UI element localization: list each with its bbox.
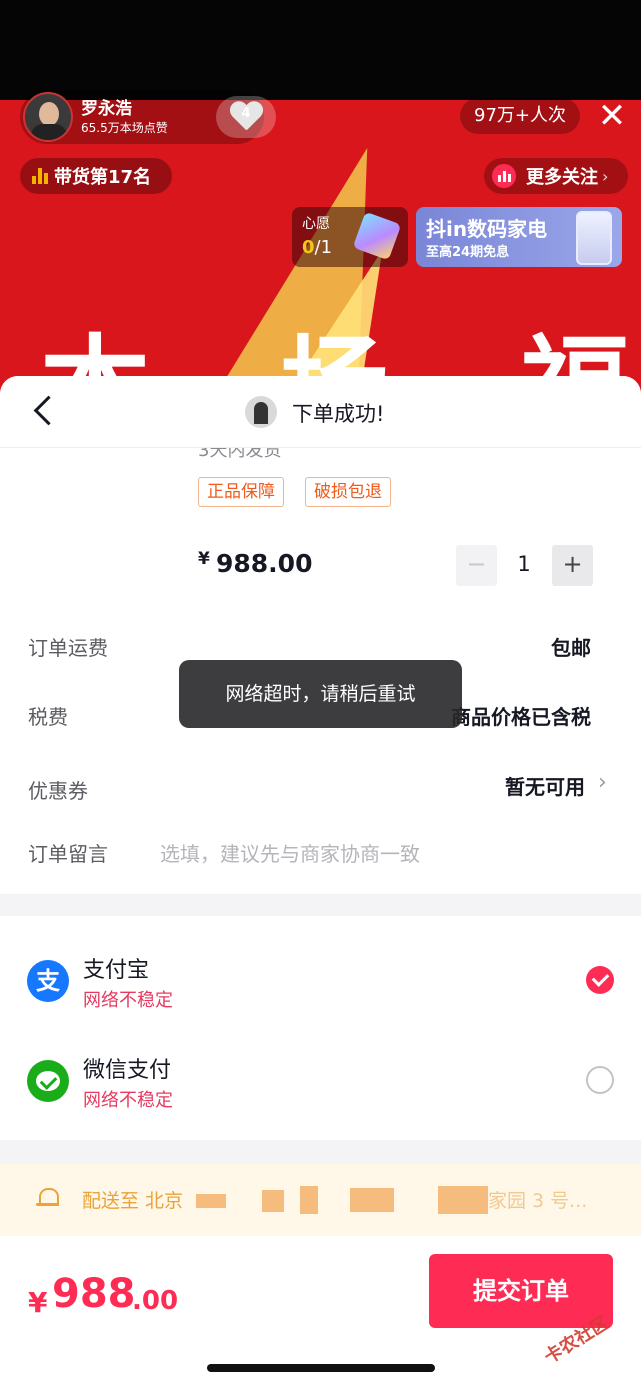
chevron-right-icon: › <box>602 166 609 186</box>
wish-count: 0/1 <box>302 237 332 258</box>
payment-alipay-status: 网络不稳定 <box>83 990 173 1011</box>
promo-card[interactable]: 抖in数码家电 至高24期免息 <box>416 207 622 267</box>
total-decimal: .00 <box>132 1286 179 1316</box>
close-icon[interactable]: ✕ <box>596 98 628 134</box>
price-currency: ¥ <box>198 549 210 569</box>
checkout-bar: ¥ 988 .00 提交订单 卡农社区 <box>0 1236 641 1387</box>
section-divider <box>0 894 641 916</box>
order-note-label: 订单留言 <box>28 842 108 866</box>
order-sheet: 3天内发货 下单成功! 正品保障 破损包退 ¥ 988.00 − 1 + 订单运… <box>0 376 641 1387</box>
network-timeout-toast: 网络超时，请稍后重试 <box>179 660 462 728</box>
gem-icon <box>352 211 402 261</box>
home-indicator[interactable] <box>207 1364 435 1372</box>
shipping-fee-label: 订单运费 <box>28 636 108 660</box>
host-info: 罗永浩 65.5万本场点赞 <box>81 98 168 136</box>
coupon-label: 优惠券 <box>28 779 88 803</box>
alipay-icon: 支 <box>27 960 69 1002</box>
payment-wechat-name[interactable]: 微信支付 <box>83 1052 171 1084</box>
coupon-value[interactable]: 暂无可用 <box>505 771 585 800</box>
status-area <box>0 0 641 100</box>
delivery-address-bar[interactable]: 配送至 北京 家园 3 号... <box>0 1164 641 1236</box>
viewer-count[interactable]: 97万+人次 <box>460 98 580 134</box>
host-likes: 65.5万本场点赞 <box>81 121 168 135</box>
payment-wechat-status: 网络不稳定 <box>83 1090 173 1111</box>
wish-card[interactable]: 心愿 0/1 <box>292 207 408 267</box>
total-currency: ¥ <box>28 1286 48 1319</box>
total-amount: 988 <box>52 1271 136 1317</box>
chevron-right-icon[interactable]: › <box>598 770 607 795</box>
alipay-radio-selected[interactable] <box>586 966 614 994</box>
fans-level: 4 <box>241 106 251 121</box>
quantity-value[interactable]: 1 <box>506 552 542 576</box>
tax-label: 税费 <box>28 705 68 729</box>
sales-rank-pill[interactable]: 带货第17名 <box>20 158 172 194</box>
payment-alipay-name[interactable]: 支付宝 <box>83 952 149 984</box>
tax-value: 商品价格已含税 <box>451 705 591 729</box>
sheet-title: 下单成功! <box>292 402 385 426</box>
unit-price: 988.00 <box>216 549 313 578</box>
wish-total: /1 <box>314 237 333 258</box>
follow-bars-icon <box>492 164 516 188</box>
heart-icon: 4 <box>229 102 263 132</box>
promo-title: 抖in数码家电 <box>426 217 548 241</box>
shop-avatar <box>245 396 277 428</box>
wish-done: 0 <box>302 237 315 258</box>
delivery-address: 配送至 北京 <box>82 1190 184 1212</box>
redacted-address <box>350 1188 394 1212</box>
quantity-decrease-button[interactable]: − <box>456 545 497 586</box>
wechat-radio[interactable] <box>586 1066 614 1094</box>
redacted-address <box>438 1186 488 1214</box>
wechat-pay-icon <box>27 1060 69 1102</box>
quantity-increase-button[interactable]: + <box>552 545 593 586</box>
bar-chart-icon <box>32 168 48 184</box>
shipping-fee-value: 包邮 <box>551 636 591 660</box>
redacted-address <box>300 1186 318 1214</box>
redacted-address <box>196 1194 226 1208</box>
host-info-pill[interactable]: 罗永浩 65.5万本场点赞 4 <box>20 90 276 144</box>
tag-damage-return: 破损包退 <box>305 477 391 507</box>
promo-subtitle: 至高24期免息 <box>426 245 510 260</box>
sales-rank-label: 带货第17名 <box>54 167 152 188</box>
wish-title: 心愿 <box>302 216 330 232</box>
bell-icon <box>36 1186 59 1210</box>
more-follow-label: 更多关注 <box>526 167 598 188</box>
sheet-header: 下单成功! <box>0 376 641 448</box>
redacted-address <box>262 1190 284 1212</box>
more-follow-button[interactable]: 更多关注 › <box>484 158 628 194</box>
phone-product-image <box>576 211 612 265</box>
order-note-input[interactable]: 选填，建议先与商家协商一致 <box>160 838 420 867</box>
back-arrow-icon[interactable] <box>28 394 62 428</box>
avatar-face <box>39 102 59 126</box>
tag-authentic: 正品保障 <box>198 477 284 507</box>
fans-club-badge[interactable]: 4 <box>216 96 276 138</box>
host-avatar[interactable] <box>23 92 73 142</box>
delivery-address-tail: 家园 3 号... <box>488 1190 588 1212</box>
avatar-body <box>31 124 67 140</box>
section-divider <box>0 1140 641 1164</box>
host-name: 罗永浩 <box>81 99 132 119</box>
